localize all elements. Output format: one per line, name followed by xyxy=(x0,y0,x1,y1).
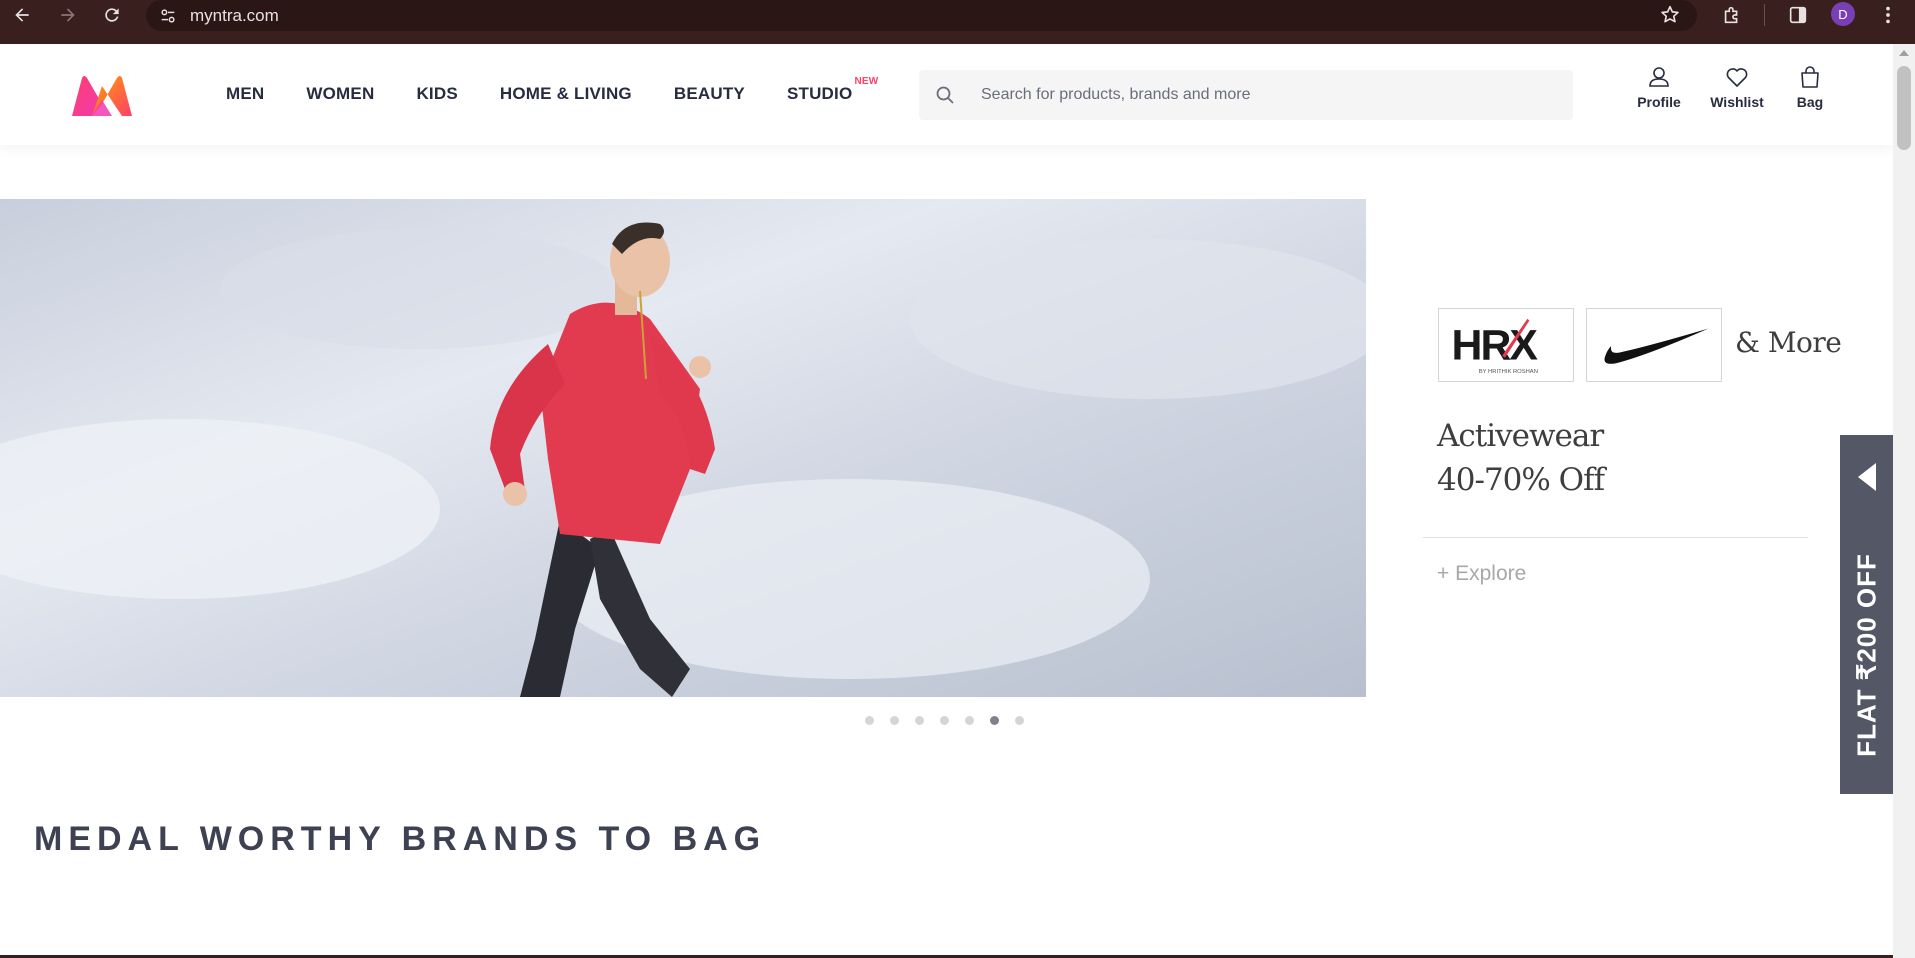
runner-illustration xyxy=(0,222,1366,697)
nav-kids[interactable]: KIDS xyxy=(416,84,457,104)
scroll-up-icon[interactable] xyxy=(1899,50,1909,56)
page-scrollbar[interactable] xyxy=(1893,44,1915,958)
and-more-text: & More xyxy=(1735,326,1842,359)
wishlist-button[interactable]: Wishlist xyxy=(1708,64,1766,110)
bag-button[interactable]: Bag xyxy=(1786,64,1834,110)
nav-studio[interactable]: STUDIO NEW xyxy=(786,76,878,104)
profile-label: Profile xyxy=(1637,94,1681,110)
flat-offer-tab[interactable]: FLAT ₹200 OFF xyxy=(1840,435,1894,794)
search-icon[interactable] xyxy=(935,85,955,105)
hrx-logo-box[interactable]: HRX BY HRITHIK ROSHAN xyxy=(1438,308,1574,382)
new-badge: NEW xyxy=(854,76,879,87)
carousel-dots xyxy=(865,716,1040,725)
carousel-dot[interactable] xyxy=(1015,716,1024,725)
profile-button[interactable]: Profile xyxy=(1630,64,1688,110)
side-panel-icon[interactable] xyxy=(1786,4,1810,26)
offer-text: FLAT ₹200 OFF xyxy=(1851,553,1882,757)
wishlist-label: Wishlist xyxy=(1710,94,1764,110)
promo-title-line1: Activewear xyxy=(1437,418,1604,454)
hero-banner-image[interactable] xyxy=(0,199,1366,697)
extensions-icon[interactable] xyxy=(1720,4,1744,26)
carousel-dot[interactable] xyxy=(915,716,924,725)
section-title: MEDAL WORTHY BRANDS TO BAG xyxy=(34,820,767,858)
promo-title: Activewear 40-70% Off xyxy=(1437,414,1605,502)
svg-text:HRX: HRX xyxy=(1452,322,1539,370)
search-bar xyxy=(919,70,1573,120)
carousel-dot-active[interactable] xyxy=(990,716,999,725)
more-vert-icon[interactable] xyxy=(1876,4,1900,26)
nav-studio-label: STUDIO xyxy=(786,84,853,103)
hrx-logo: HRX BY HRITHIK ROSHAN xyxy=(1452,318,1540,375)
heart-icon xyxy=(1726,68,1748,87)
bookmark-star-icon[interactable] xyxy=(1659,4,1681,26)
promo-divider xyxy=(1423,537,1808,538)
profile-avatar[interactable]: D xyxy=(1831,2,1855,26)
carousel-dot[interactable] xyxy=(965,716,974,725)
profile-icon xyxy=(1649,67,1669,87)
address-bar[interactable]: myntra.com xyxy=(146,0,1697,31)
carousel-dot[interactable] xyxy=(890,716,899,725)
browser-toolbar: myntra.com D xyxy=(0,0,1915,44)
hrx-sub-label: BY HRITHIK ROSHAN xyxy=(1479,369,1538,375)
main-nav: MEN WOMEN KIDS HOME & LIVING BEAUTY STUD… xyxy=(226,76,894,104)
back-arrow-icon[interactable] xyxy=(4,4,40,26)
forward-arrow-icon[interactable] xyxy=(50,4,86,26)
left-arrow-icon[interactable] xyxy=(1858,463,1876,491)
toolbar-divider xyxy=(1764,4,1765,26)
explore-link[interactable]: + Explore xyxy=(1437,562,1526,586)
carousel-dot[interactable] xyxy=(940,716,949,725)
nav-women[interactable]: WOMEN xyxy=(306,84,374,104)
search-input[interactable] xyxy=(981,86,1541,104)
bag-icon xyxy=(1801,66,1819,88)
site-header: MEN WOMEN KIDS HOME & LIVING BEAUTY STUD… xyxy=(0,44,1893,145)
nav-beauty[interactable]: BEAUTY xyxy=(674,84,745,104)
site-settings-icon[interactable] xyxy=(158,6,178,26)
nike-swoosh-logo xyxy=(1604,328,1709,364)
myntra-logo[interactable] xyxy=(70,74,134,118)
scroll-thumb[interactable] xyxy=(1897,66,1911,150)
header-actions: Profile Wishlist Bag xyxy=(1630,64,1834,110)
promo-title-line2: 40-70% Off xyxy=(1437,462,1605,498)
carousel-dot[interactable] xyxy=(865,716,874,725)
nav-home-living[interactable]: HOME & LIVING xyxy=(500,84,632,104)
nav-men[interactable]: MEN xyxy=(226,84,264,104)
bag-label: Bag xyxy=(1796,94,1824,110)
url-text[interactable]: myntra.com xyxy=(190,6,279,26)
reload-icon[interactable] xyxy=(94,4,130,26)
nike-logo-box[interactable] xyxy=(1586,308,1722,382)
